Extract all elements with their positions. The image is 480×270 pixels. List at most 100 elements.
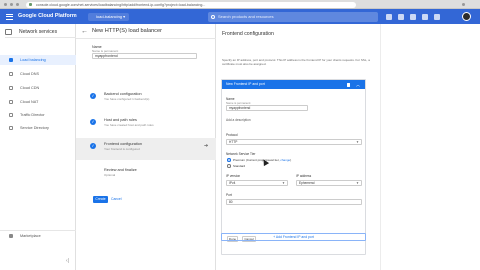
back-nav-icon[interactable] [4, 3, 7, 6]
sidebar-item-marketplace[interactable]: Marketplace [0, 230, 76, 240]
traffic-director-icon [9, 113, 13, 117]
delete-icon[interactable] [347, 82, 350, 87]
sidebar-item-traffic-director[interactable]: Traffic Director [0, 110, 76, 120]
sidebar-title: Network services [5, 26, 76, 38]
ip-address-select[interactable]: Ephemeral ▼ [296, 180, 362, 186]
help-icon[interactable] [410, 13, 416, 20]
add-frontend-button[interactable]: + Add Frontend IP and port [221, 233, 366, 241]
gift-icon[interactable] [386, 13, 392, 20]
marketplace-icon [9, 234, 13, 238]
sidebar-item-cloud-dns[interactable]: Cloud DNS [0, 69, 76, 79]
dropdown-arrow-icon: ▼ [356, 140, 359, 144]
network-services-icon [5, 29, 12, 35]
hamburger-menu-icon[interactable] [6, 13, 13, 20]
browser-toolbar: console.cloud.google.com/net-services/lo… [0, 0, 480, 9]
browser-menu-icon[interactable] [462, 3, 465, 6]
protocol-select[interactable]: HTTP ▼ [226, 139, 362, 145]
lb-name-field[interactable]: myappfrontend [92, 53, 197, 59]
cdn-icon [9, 86, 13, 90]
search-icon [211, 14, 215, 19]
sidebar-item-label: Service Directory [20, 126, 49, 130]
back-arrow-icon[interactable]: ← [81, 28, 88, 35]
step-host-path-rules[interactable]: ✓ Host and path rules You have created h… [76, 114, 216, 136]
standard-label: Standard [233, 164, 246, 168]
url-text: console.cloud.google.com/net-services/lo… [36, 2, 206, 7]
app-frame: console.cloud.google.com/net-services/lo… [0, 0, 480, 270]
sidebar-item-label: Load balancing [20, 58, 46, 62]
notifications-icon[interactable] [422, 13, 428, 20]
protocol-value: HTTP [229, 140, 238, 144]
brand-title: Google Cloud Platform [18, 13, 77, 19]
wizard-column: ← New HTTP(S) load balancer Name Name is… [76, 24, 216, 270]
cancel-button[interactable]: Cancel [111, 196, 122, 203]
frontend-ip-card: New Frontend IP and port ︿ Name Name is … [221, 79, 366, 255]
load-balancing-icon [9, 58, 13, 62]
tier-label: Network Service Tier [226, 152, 256, 156]
sidebar-item-label: Marketplace [20, 234, 41, 238]
divider [76, 38, 216, 39]
sidebar-title-text: Network services [19, 29, 58, 35]
port-label: Port [226, 193, 232, 197]
fe-name-field[interactable]: myappfrontend [226, 105, 308, 111]
step-review-finalize[interactable]: Review and finalize Optional [76, 164, 216, 186]
step-title: Review and finalize [104, 168, 137, 172]
sidebar-item-load-balancing[interactable]: Load balancing [0, 55, 76, 65]
premium-text: Premium (Current project-level tier, [233, 158, 280, 162]
search-input[interactable]: Search products and resources [208, 11, 378, 22]
check-circle-icon: ✓ [90, 93, 96, 99]
console-header: Google Cloud Platform load-balancing ▾ S… [0, 9, 480, 24]
empty-region [380, 24, 480, 270]
reload-icon[interactable] [16, 3, 19, 6]
page-title: New HTTP(S) load balancer [92, 28, 162, 34]
frontend-panel: Frontend configuration Specify an IP add… [216, 24, 380, 270]
ip-version-select[interactable]: IPv4 ▼ [226, 180, 288, 186]
dropdown-arrow-icon: ▼ [282, 181, 285, 185]
sidebar-item-service-directory[interactable]: Service Directory [0, 123, 76, 133]
premium-radio[interactable] [227, 158, 231, 162]
ip-version-value: IPv4 [229, 181, 236, 185]
nat-icon [9, 100, 13, 104]
collapse-sidebar-icon[interactable]: ‹| [66, 258, 69, 264]
sidebar-item-label: Cloud DNS [20, 72, 39, 76]
avatar[interactable] [462, 12, 471, 21]
step-frontend-configuration[interactable]: ✓ Frontend configuration Your frontend i… [76, 138, 216, 160]
create-button[interactable]: Create [93, 196, 108, 203]
search-placeholder: Search products and resources [218, 13, 274, 19]
step-desc: Your frontend is configured [104, 147, 140, 151]
service-directory-icon [9, 126, 13, 130]
step-title: Host and path rules [104, 118, 137, 122]
chevron-up-icon[interactable]: ︿ [356, 80, 360, 89]
sidebar: Network services Load balancing Cloud DN… [0, 24, 76, 270]
step-desc: Optional [104, 173, 116, 177]
step-desc: You have configured 1 backend(s) [104, 97, 150, 101]
check-circle-icon: ✓ [90, 143, 96, 149]
sidebar-item-cloud-nat[interactable]: Cloud NAT [0, 97, 76, 107]
standard-radio[interactable] [227, 164, 231, 168]
sidebar-item-cloud-cdn[interactable]: Cloud CDN [0, 83, 76, 93]
add-description-link[interactable]: Add a description [226, 118, 251, 122]
protocol-label: Protocol [226, 133, 238, 137]
change-tier-link[interactable]: change [280, 158, 290, 162]
port-field[interactable]: 80 [226, 199, 362, 205]
project-selector[interactable]: load-balancing ▾ [88, 12, 130, 21]
sidebar-item-label: Cloud CDN [20, 86, 40, 90]
dropdown-arrow-icon: ▼ [356, 181, 359, 185]
panel-title: Frontend configuration [222, 31, 274, 37]
ip-address-value: Ephemeral [299, 181, 315, 185]
step-title: Backend configuration [104, 92, 142, 96]
premium-close: ) [290, 158, 292, 162]
cloud-shell-icon[interactable] [398, 13, 404, 20]
address-bar[interactable]: console.cloud.google.com/net-services/lo… [26, 1, 356, 8]
card-title: New Frontend IP and port [226, 82, 265, 86]
more-vert-icon[interactable] [434, 13, 440, 20]
ip-version-label: IP version [226, 174, 241, 178]
step-desc: You have created host and path rules [104, 123, 154, 127]
panel-description: Specify an IP address, port and protocol… [222, 58, 370, 66]
forward-nav-icon[interactable] [10, 3, 13, 6]
check-circle-icon: ✓ [90, 119, 96, 125]
card-header[interactable]: New Frontend IP and port ︿ [222, 80, 365, 89]
lock-icon [29, 3, 32, 6]
step-backend-configuration[interactable]: ✓ Backend configuration You have configu… [76, 88, 216, 110]
step-title: Frontend configuration [104, 142, 142, 146]
dns-icon [9, 72, 13, 76]
